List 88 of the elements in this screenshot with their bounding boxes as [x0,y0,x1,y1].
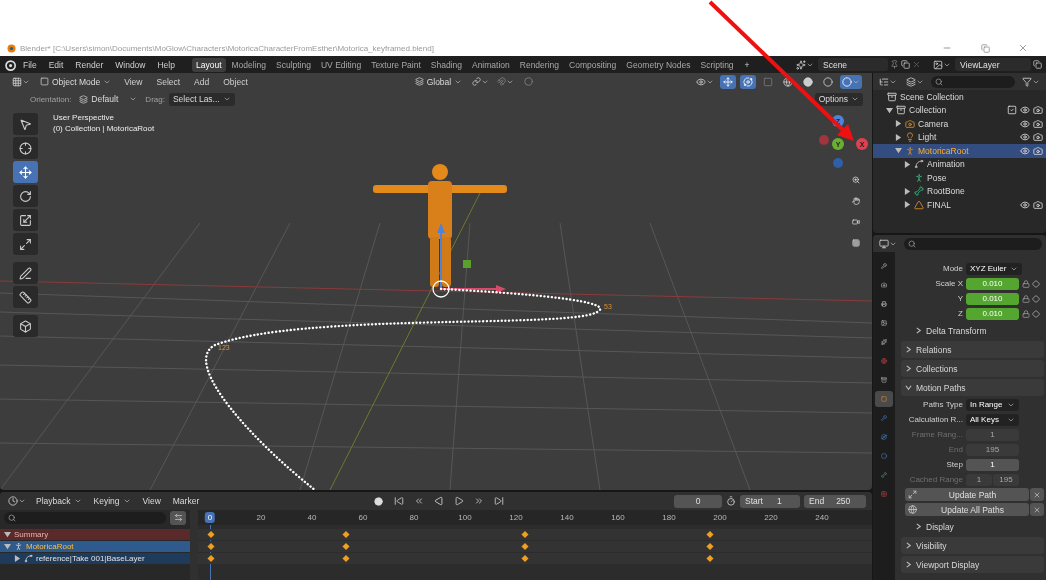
viewport-info-text: (0) Collection | MotoricaRoot [53,124,155,133]
outliner-row[interactable]: FINAL [873,198,1046,212]
frame-number: 100 [457,512,473,523]
outliner-row[interactable]: RootBone [873,184,1046,198]
menu-item[interactable]: Help [152,58,180,71]
workspace-tab[interactable]: Compositing [565,57,621,72]
channel-label: Summary [14,530,49,539]
panel-header[interactable]: Relations [901,341,1044,358]
drag-dropdown[interactable]: Select Las... [168,92,235,106]
field-label: Step [945,460,963,469]
channel-row[interactable]: MotoricaRoot [0,541,190,552]
frame-number: 20 [255,512,267,523]
frame-number: 60 [357,512,369,523]
number-field[interactable]: 1 [966,458,1019,471]
channel-row[interactable]: Summary [0,529,190,540]
subpanel-header[interactable]: Delta Transform [911,322,1044,339]
workspace-tab[interactable]: Layout [191,57,226,72]
frame-number: 140 [559,512,575,523]
menu-item[interactable]: Render [70,58,109,71]
field-label: Mode [942,264,963,273]
workspace-tab[interactable]: Texture Paint [367,57,425,72]
window-title: Blender* [C:\Users\simon\Documents\MoGlow\Characters\MotoricaCharacterFromEsther\Motorica_keyframed.blend] [20,43,435,53]
frame-number: 220 [763,512,779,523]
workspace-tab[interactable]: Geometry Nodes [622,57,695,72]
field-label: Paths Type [922,400,963,409]
update-path-button[interactable]: Update All Paths [905,503,1029,516]
start-frame-field[interactable]: Start 1 [740,494,800,508]
outliner-row[interactable]: Pose [873,171,1046,185]
end-frame-field[interactable]: End 250 [804,494,866,508]
menu-item[interactable]: File [18,58,42,71]
channel-row[interactable]: reference|Take 001|BaseLayer [0,553,190,564]
channel-label: MotoricaRoot [26,542,74,551]
outliner-row[interactable]: Scene Collection [873,90,1046,104]
field-label: Y [956,294,963,303]
transform-orientation-dropdown[interactable]: Global [410,75,467,88]
workspace-tab[interactable]: Scripting [696,57,738,72]
update-path-button[interactable]: Update Path [905,488,1029,501]
orientation-label: Orientation: [30,94,72,104]
outliner-row[interactable]: Camera [873,117,1046,131]
mode-dropdown[interactable]: Object Mode [36,75,116,88]
field-label: Z [957,309,963,318]
current-frame-field[interactable]: 0 [674,494,722,508]
panel-header[interactable]: Motion Paths [901,379,1044,396]
outliner-row[interactable]: MotoricaRoot [873,144,1046,158]
frame-number: 240 [814,512,830,523]
menu-item[interactable]: View [138,494,165,508]
workspace-tab[interactable]: Rendering [515,57,563,72]
frame-number: 180 [661,512,677,523]
viewport-info-text: User Perspective [53,113,115,122]
frame-number: 40 [306,512,318,523]
frame-number: 0 [204,512,216,523]
panel-header[interactable]: Collections [901,360,1044,377]
subpanel-header[interactable]: Display [911,518,1044,535]
frame-number: 120 [508,512,524,523]
options-dropdown[interactable]: Options [814,92,863,106]
menu-item[interactable]: Edit [43,58,69,71]
add-workspace-button[interactable]: + [739,58,755,71]
menu-item[interactable]: Marker [168,494,204,508]
frame-number: 80 [408,512,420,523]
frame-number: 200 [712,512,728,523]
field-label: Calculation R... [907,415,963,424]
workspace-tab[interactable]: Modeling [227,57,270,72]
workspace-tab[interactable]: UV Editing [316,57,366,72]
dropdown-field[interactable]: In Range [966,398,1019,411]
menu-item[interactable]: Playback [32,494,86,508]
outliner-row[interactable]: Collection [873,103,1046,117]
dropdown-field[interactable]: All Keys [966,413,1019,426]
outliner-row[interactable]: Animation [873,157,1046,171]
workspace-tab[interactable]: Sculpting [272,57,315,72]
menu-item[interactable]: Object [218,75,253,88]
menu-item[interactable]: Select [151,75,186,88]
frame-number: 160 [610,512,626,523]
orientation-dropdown[interactable]: Default [75,92,142,106]
dropdown-field[interactable]: XYZ Euler [966,262,1023,275]
menu-item[interactable]: Add [189,75,215,88]
outliner-row[interactable]: Light [873,130,1046,144]
scene-field[interactable]: Scene [818,58,888,71]
channel-label: reference|Take 001|BaseLayer [36,554,145,563]
workspace-tab[interactable]: Animation [467,57,514,72]
menu-item[interactable]: Window [110,58,151,71]
drag-label: Drag: [145,94,165,104]
view-layer-field[interactable]: ViewLayer [955,58,1031,71]
panel-header[interactable]: Viewport Display [901,556,1044,573]
panel-header[interactable]: Visibility [901,537,1044,554]
menu-item[interactable]: View [119,75,148,88]
field-label: Scale X [934,279,963,288]
workspace-tab[interactable]: Shading [426,57,466,72]
menu-item[interactable]: Keying [89,494,135,508]
